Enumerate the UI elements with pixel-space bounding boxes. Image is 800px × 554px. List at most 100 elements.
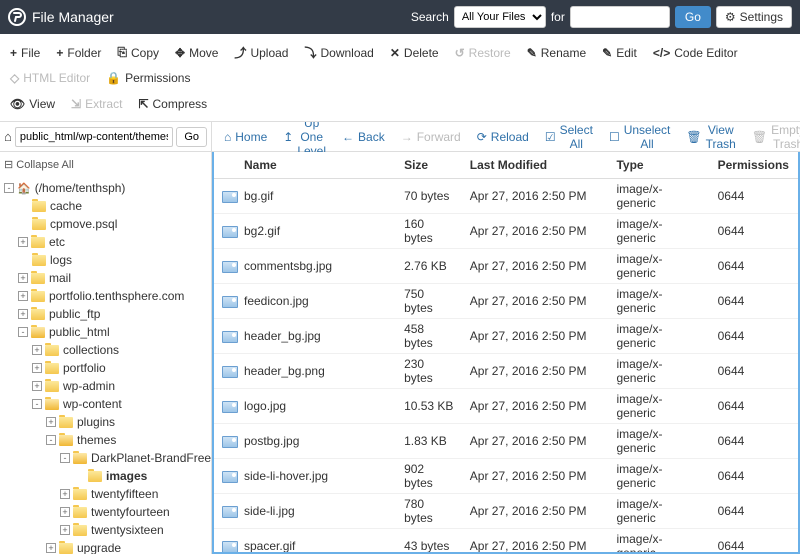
file-name: side-li.jpg xyxy=(244,504,295,518)
toolbar-upload-button[interactable]: ⤴Upload xyxy=(227,40,295,65)
view-trash-button[interactable]: 🗑View Trash xyxy=(678,122,743,155)
expand-icon[interactable]: + xyxy=(18,237,28,247)
tree-node[interactable]: cache xyxy=(0,197,211,215)
file-table: Name Size Last Modified Type Permissions… xyxy=(214,152,798,554)
expand-icon[interactable]: + xyxy=(32,345,42,355)
tree-node[interactable]: +upgrade xyxy=(0,539,211,554)
reload-icon: ⟳ xyxy=(477,130,487,144)
table-row[interactable]: header_bg.png230 bytesApr 27, 2016 2:50 … xyxy=(214,354,798,389)
toolbar-permissions-button[interactable]: 🔒Permissions xyxy=(99,67,197,89)
tree-node[interactable]: +twentysixteen xyxy=(0,521,211,539)
tree-node[interactable]: -🏠 (/home/tenthsph) xyxy=(0,179,211,197)
toolbar-copy-button[interactable]: ⎘Copy xyxy=(110,40,166,65)
folder-icon xyxy=(59,417,73,428)
tree-node[interactable]: +portfolio xyxy=(0,359,211,377)
table-header-row: Name Size Last Modified Type Permissions xyxy=(214,152,798,179)
table-row[interactable]: bg2.gif160 bytesApr 27, 2016 2:50 PMimag… xyxy=(214,214,798,249)
expand-icon[interactable]: + xyxy=(46,543,56,553)
col-modified[interactable]: Last Modified xyxy=(462,152,609,179)
tree-node[interactable]: +portfolio.tenthsphere.com xyxy=(0,287,211,305)
table-row[interactable]: feedicon.jpg750 bytesApr 27, 2016 2:50 P… xyxy=(214,284,798,319)
file-name: side-li-hover.jpg xyxy=(244,469,328,483)
table-row[interactable]: bg.gif70 bytesApr 27, 2016 2:50 PMimage/… xyxy=(214,179,798,214)
toolbar-delete-button[interactable]: ✕Delete xyxy=(383,40,446,65)
collapse-icon[interactable]: - xyxy=(46,435,56,445)
toolbar-download-button[interactable]: ⤵Download xyxy=(297,40,380,65)
search-input[interactable] xyxy=(570,6,670,28)
tree-node[interactable]: -public_html xyxy=(0,323,211,341)
search-go-button[interactable]: Go xyxy=(675,6,711,28)
path-input[interactable] xyxy=(15,127,173,147)
table-row[interactable]: side-li-hover.jpg902 bytesApr 27, 2016 2… xyxy=(214,459,798,494)
tree-label: (/home/tenthsph) xyxy=(35,181,126,195)
folder-icon xyxy=(45,363,59,374)
table-row[interactable]: logo.jpg10.53 KBApr 27, 2016 2:50 PMimag… xyxy=(214,389,798,424)
expand-icon[interactable]: + xyxy=(60,489,70,499)
home-icon[interactable]: ⌂ xyxy=(4,129,12,144)
file-type: image/x-generic xyxy=(608,249,709,284)
settings-button[interactable]: ⚙Settings xyxy=(716,6,792,28)
expand-icon[interactable]: + xyxy=(32,381,42,391)
collapse-icon[interactable]: - xyxy=(18,327,28,337)
tree-node[interactable]: logs xyxy=(0,251,211,269)
collapse-icon[interactable]: - xyxy=(32,399,42,409)
tree-node[interactable]: +public_ftp xyxy=(0,305,211,323)
toolbar-file-button[interactable]: +File xyxy=(3,40,47,65)
toolbar-view-button[interactable]: 👁View xyxy=(3,93,62,115)
table-row[interactable]: spacer.gif43 bytesApr 27, 2016 2:50 PMim… xyxy=(214,529,798,554)
table-row[interactable]: commentsbg.jpg2.76 KBApr 27, 2016 2:50 P… xyxy=(214,249,798,284)
toolbar-folder-button[interactable]: +Folder xyxy=(49,40,108,65)
col-name[interactable]: Name xyxy=(214,152,396,179)
main-toolbar: +File+Folder⎘Copy✥Move⤴Upload⤵Download✕D… xyxy=(0,34,800,122)
folder-icon xyxy=(32,255,46,266)
home-folder-icon: 🏠 xyxy=(17,182,31,195)
table-row[interactable]: side-li.jpg780 bytesApr 27, 2016 2:50 PM… xyxy=(214,494,798,529)
toolbar-move-button[interactable]: ✥Move xyxy=(168,40,225,65)
toolbar-code-editor-button[interactable]: </>Code Editor xyxy=(646,40,745,65)
col-type[interactable]: Type xyxy=(608,152,709,179)
unselect-all-button[interactable]: ☐Unselect All xyxy=(601,122,678,155)
tree-label: images xyxy=(106,469,147,483)
tree-node[interactable]: -themes xyxy=(0,431,211,449)
table-row[interactable]: header_bg.jpg458 bytesApr 27, 2016 2:50 … xyxy=(214,319,798,354)
collapse-icon[interactable]: - xyxy=(4,183,14,193)
tree-node[interactable]: +etc xyxy=(0,233,211,251)
expand-icon[interactable]: + xyxy=(18,291,28,301)
expand-icon[interactable]: + xyxy=(18,309,28,319)
expand-icon[interactable]: + xyxy=(60,525,70,535)
select-all-button[interactable]: ☑Select All xyxy=(537,122,601,155)
tree-node[interactable]: images xyxy=(0,467,211,485)
toolbar-rename-button[interactable]: ✎Rename xyxy=(520,40,593,65)
collapse-icon[interactable]: - xyxy=(60,453,70,463)
tree-node[interactable]: +mail xyxy=(0,269,211,287)
nav-reload-button[interactable]: ⟳Reload xyxy=(469,126,537,148)
file-permissions: 0644 xyxy=(710,214,798,249)
table-row[interactable]: postbg.jpg1.83 KBApr 27, 2016 2:50 PMima… xyxy=(214,424,798,459)
collapse-all-button[interactable]: ⊟ Collapse All xyxy=(0,152,211,177)
expand-icon[interactable]: + xyxy=(18,273,28,283)
tree-node[interactable]: cpmove.psql xyxy=(0,215,211,233)
col-size[interactable]: Size xyxy=(396,152,462,179)
expand-icon[interactable]: + xyxy=(46,417,56,427)
tree-node[interactable]: -wp-content xyxy=(0,395,211,413)
upload-icon: ⤴ xyxy=(234,44,246,61)
image-file-icon xyxy=(222,191,238,203)
forward-icon: → xyxy=(401,130,413,144)
tree-node[interactable]: -DarkPlanet-BrandFree xyxy=(0,449,211,467)
nav-back-button[interactable]: ←Back xyxy=(334,126,393,148)
file-size: 70 bytes xyxy=(396,179,462,214)
path-go-button[interactable]: Go xyxy=(176,127,207,147)
col-permissions[interactable]: Permissions xyxy=(710,152,798,179)
expand-icon[interactable]: + xyxy=(60,507,70,517)
expand-icon[interactable]: + xyxy=(32,363,42,373)
tree-node[interactable]: +collections xyxy=(0,341,211,359)
nav-forward-button: →Forward xyxy=(393,126,469,148)
tree-node[interactable]: +twentyfourteen xyxy=(0,503,211,521)
nav-home-button[interactable]: ⌂Home xyxy=(216,126,275,148)
toolbar-compress-button[interactable]: ⇱Compress xyxy=(131,93,214,115)
search-scope-select[interactable]: All Your Files xyxy=(454,6,546,28)
tree-node[interactable]: +wp-admin xyxy=(0,377,211,395)
toolbar-edit-button[interactable]: ✎Edit xyxy=(595,40,644,65)
tree-node[interactable]: +twentyfifteen xyxy=(0,485,211,503)
tree-node[interactable]: +plugins xyxy=(0,413,211,431)
